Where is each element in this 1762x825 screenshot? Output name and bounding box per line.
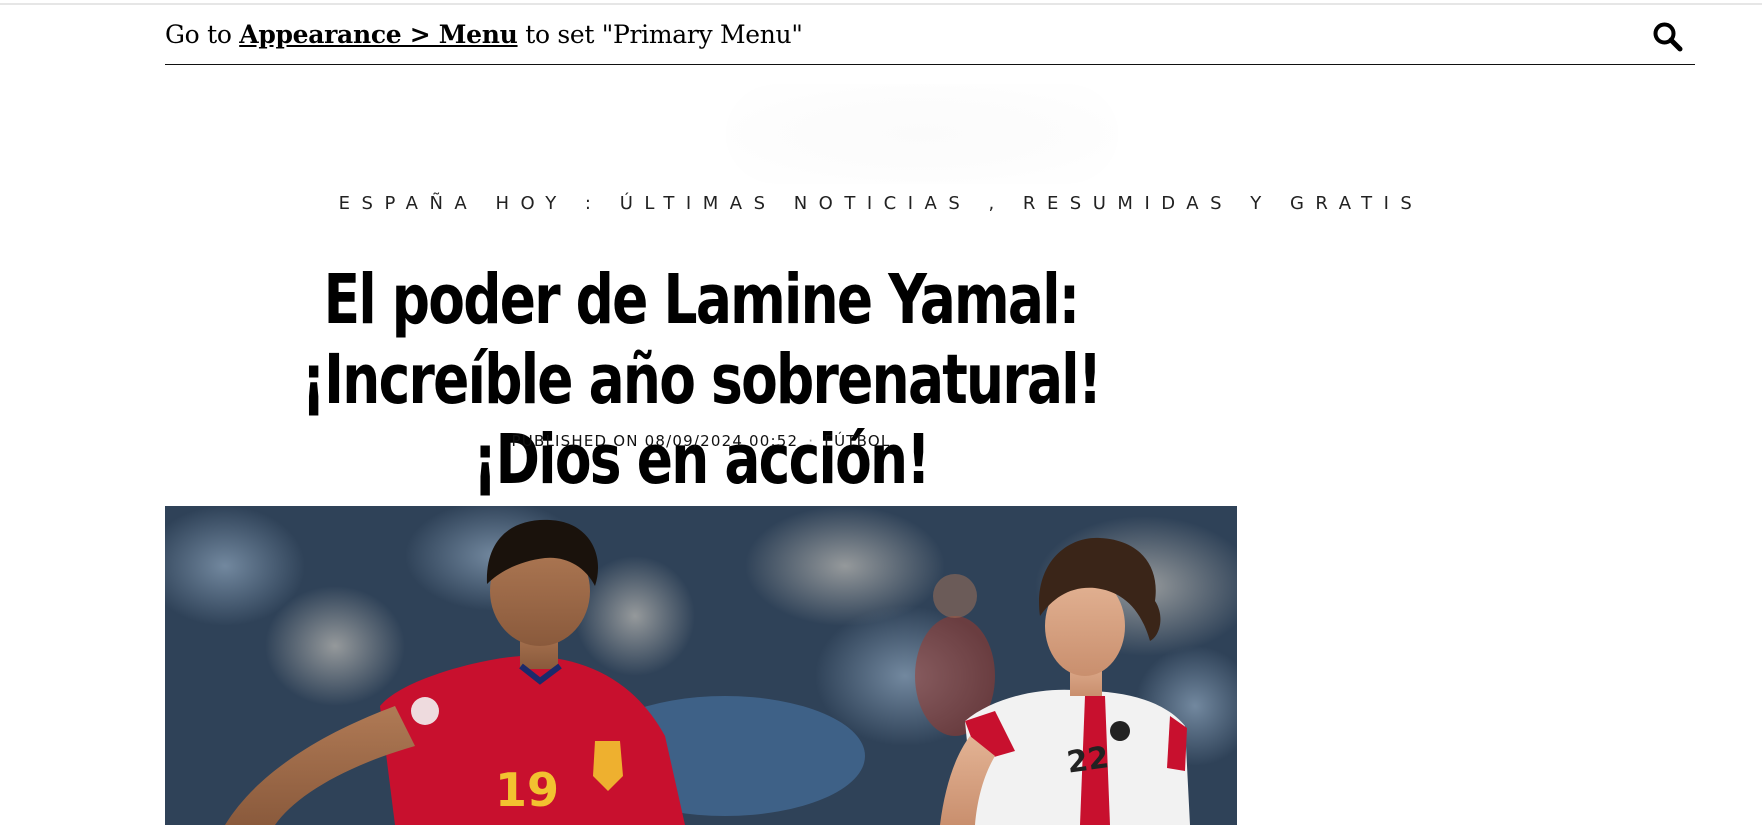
menu-notice-suffix: to set "Primary Menu"	[517, 20, 803, 49]
category-link[interactable]: FÚTBOL	[824, 432, 890, 450]
featured-image: 19 22	[165, 506, 1237, 825]
site-tagline: ESPAÑA HOY : ÚLTIMAS NOTICIAS , RESUMIDA…	[338, 193, 1424, 214]
published-date: PUBLISHED ON 08/09/2024 00:52	[511, 432, 799, 450]
top-border	[0, 3, 1762, 5]
search-icon	[1653, 22, 1683, 52]
menu-notice: Go to Appearance > Menu to set "Primary …	[165, 20, 803, 49]
site-logo[interactable]	[726, 84, 1118, 184]
article-title: El poder de Lamine Yamal: ¡Increíble año…	[301, 260, 1103, 500]
article-meta: PUBLISHED ON 08/09/2024 00:52 · FÚTBOL	[165, 432, 1237, 450]
appearance-menu-link[interactable]: Appearance > Menu	[239, 20, 518, 49]
navbar: Go to Appearance > Menu to set "Primary …	[165, 6, 1695, 65]
search-button[interactable]	[1651, 20, 1685, 54]
featured-photo: 19 22	[165, 506, 1237, 825]
menu-notice-prefix: Go to	[165, 20, 240, 49]
svg-text:19: 19	[495, 763, 559, 817]
meta-separator: ·	[808, 432, 815, 450]
svg-text:22: 22	[1065, 740, 1111, 780]
